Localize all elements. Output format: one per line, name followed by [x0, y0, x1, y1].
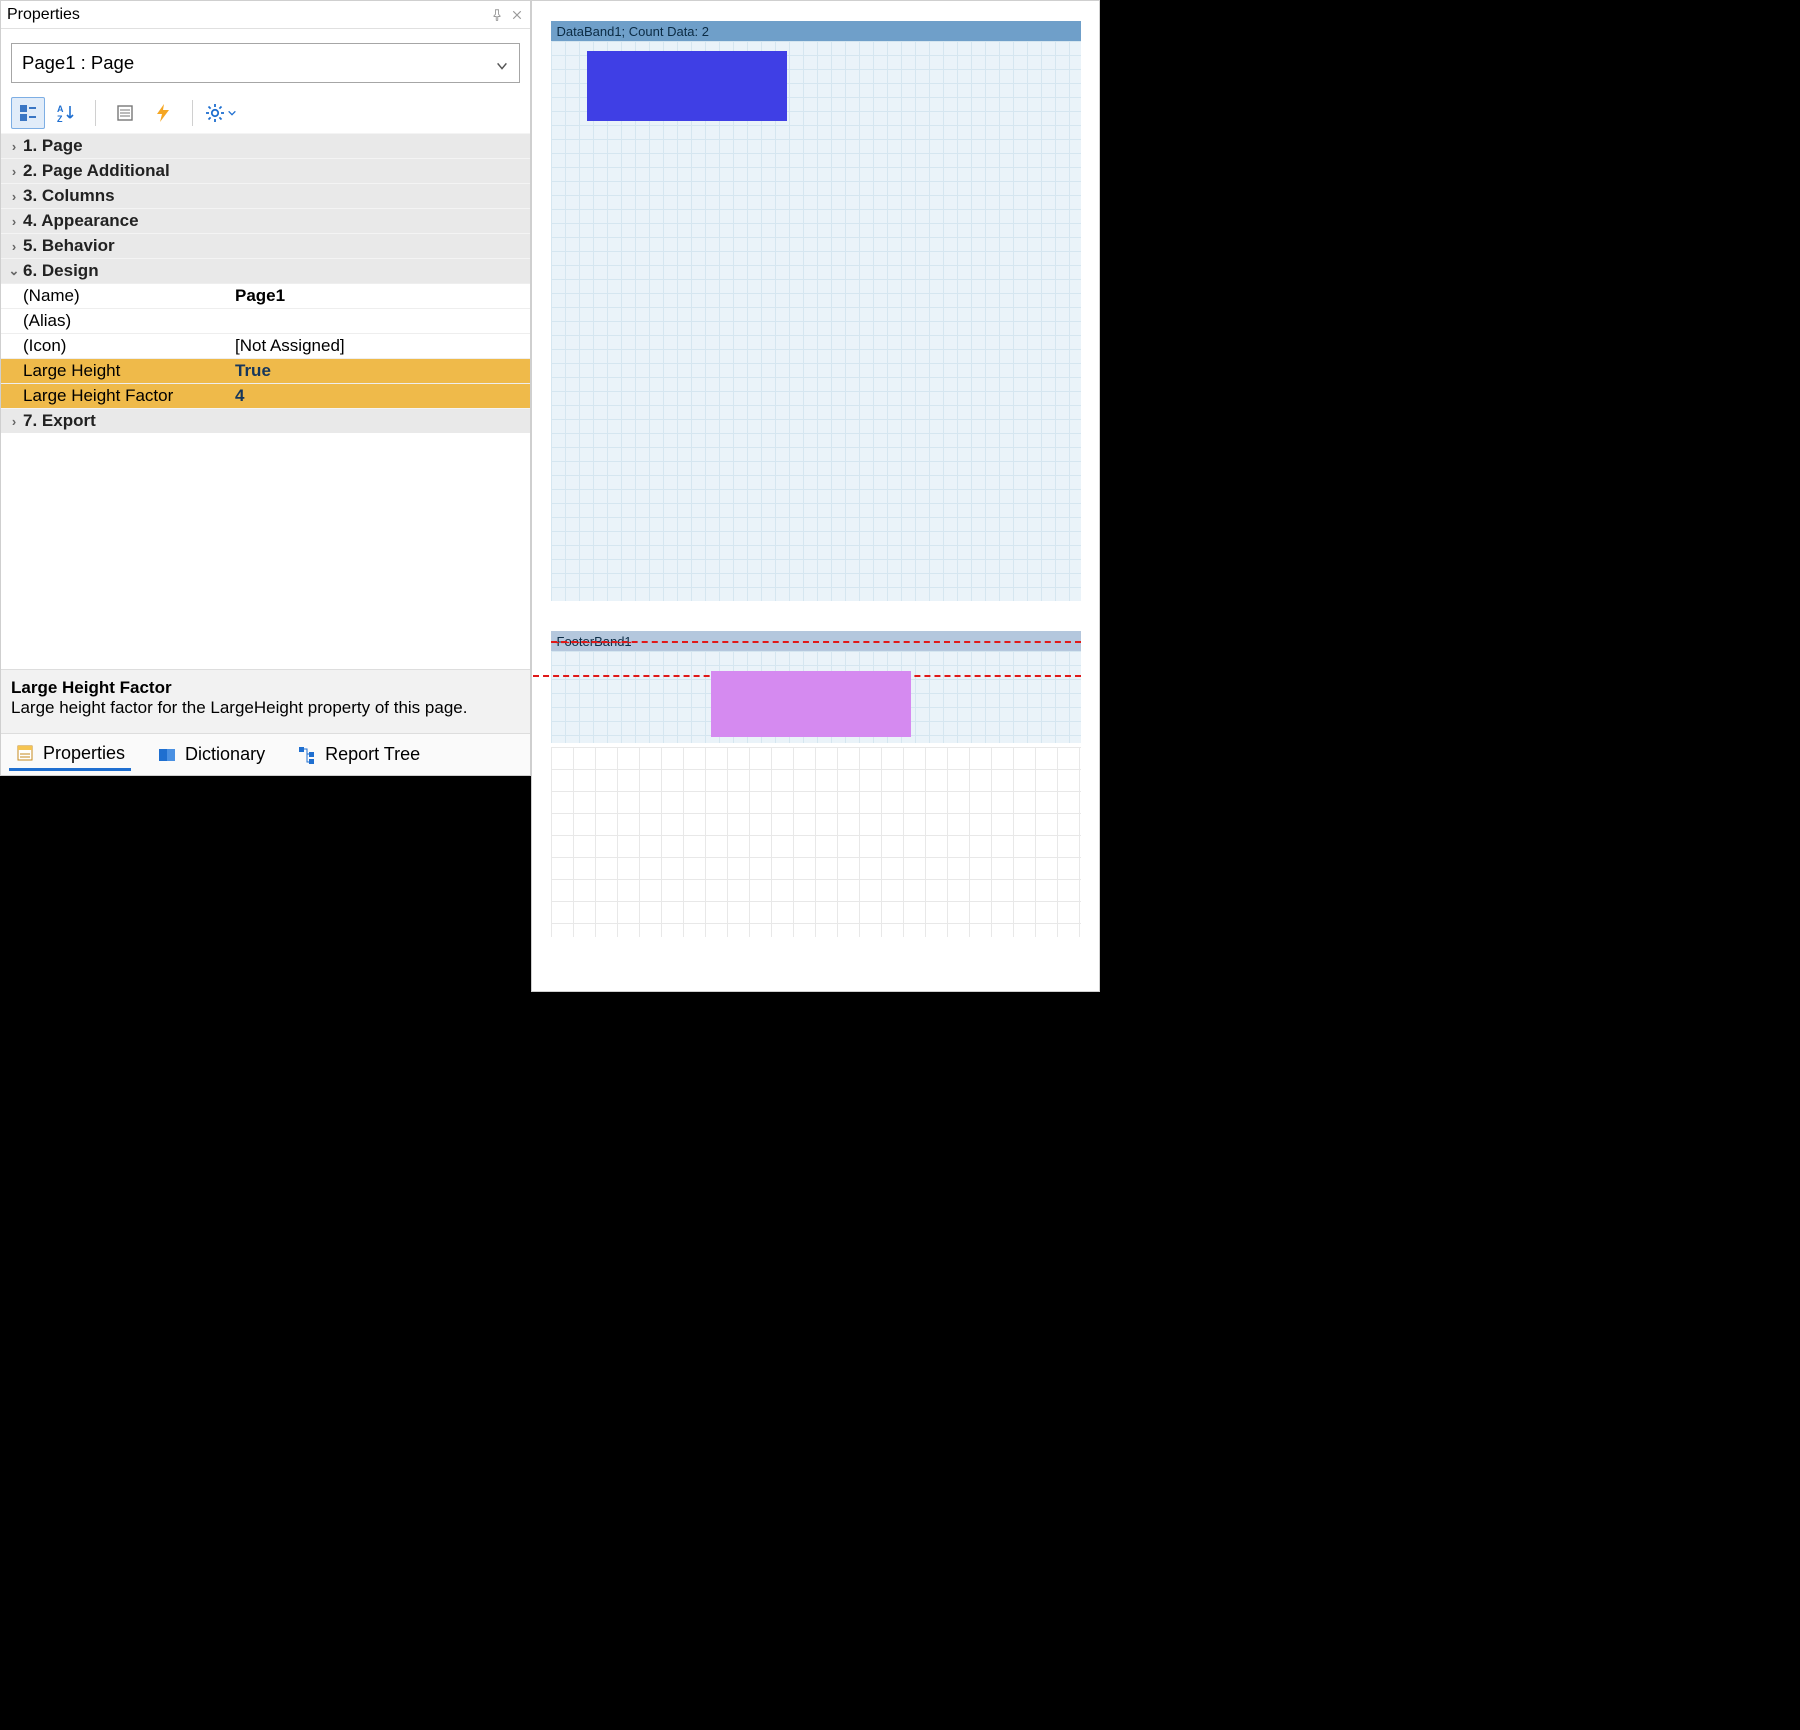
- bottom-tabs: Properties Dictionary Report Tree: [1, 733, 530, 775]
- prop-alias[interactable]: (Alias): [1, 308, 530, 333]
- object-selector-text: Page1 : Page: [22, 52, 134, 74]
- design-surface-panel: DataBand1; Count Data: 2 FooterBand1: [531, 0, 1100, 992]
- description-text: Large height factor for the LargeHeight …: [11, 698, 520, 718]
- footer-band[interactable]: FooterBand1: [551, 631, 1081, 743]
- chevron-down-icon: [495, 56, 509, 70]
- tab-properties[interactable]: Properties: [9, 739, 131, 771]
- settings-dropdown[interactable]: [205, 103, 237, 123]
- data-band-header[interactable]: DataBand1; Count Data: 2: [551, 21, 1081, 41]
- property-grid: ›1. Page ›2. Page Additional ›3. Columns…: [1, 133, 530, 669]
- category-design[interactable]: ⌄6. Design: [1, 258, 530, 283]
- categorized-view-button[interactable]: [11, 97, 45, 129]
- panel-header: Properties: [1, 1, 530, 29]
- category-columns[interactable]: ›3. Columns: [1, 183, 530, 208]
- description-title: Large Height Factor: [11, 678, 520, 698]
- footer-band-header[interactable]: FooterBand1: [551, 631, 1081, 651]
- design-surface[interactable]: DataBand1; Count Data: 2 FooterBand1: [532, 1, 1099, 991]
- toolbar-separator: [95, 100, 96, 126]
- category-page[interactable]: ›1. Page: [1, 133, 530, 158]
- svg-text:Z: Z: [57, 114, 63, 123]
- blue-component[interactable]: [587, 51, 787, 121]
- magenta-component[interactable]: [711, 671, 911, 737]
- panel-title: Properties: [7, 6, 80, 24]
- close-icon[interactable]: [510, 8, 524, 22]
- tab-dictionary[interactable]: Dictionary: [151, 740, 271, 769]
- page-break-line: [551, 641, 1081, 643]
- category-export[interactable]: ›7. Export: [1, 408, 530, 433]
- tab-report-tree[interactable]: Report Tree: [291, 740, 426, 769]
- properties-panel: Properties Page1 : Page: [0, 0, 531, 776]
- object-selector[interactable]: Page1 : Page: [11, 43, 520, 83]
- properties-icon: [15, 743, 35, 763]
- svg-text:A: A: [57, 104, 64, 114]
- app-root: Properties Page1 : Page: [0, 0, 1100, 1075]
- band-gap: [551, 601, 1081, 631]
- data-band-body[interactable]: [551, 41, 1081, 601]
- property-pages-button[interactable]: [108, 97, 142, 129]
- prop-large-height[interactable]: Large Height True: [1, 358, 530, 383]
- footer-band-body[interactable]: [551, 651, 1081, 743]
- tree-icon: [297, 745, 317, 765]
- dictionary-icon: [157, 745, 177, 765]
- prop-large-height-factor[interactable]: Large Height Factor 4: [1, 383, 530, 408]
- category-behavior[interactable]: ›5. Behavior: [1, 233, 530, 258]
- data-band[interactable]: DataBand1; Count Data: 2: [551, 21, 1081, 601]
- below-page-area: [551, 747, 1081, 937]
- pin-icon[interactable]: [490, 8, 504, 22]
- category-appearance[interactable]: ›4. Appearance: [1, 208, 530, 233]
- report-page[interactable]: DataBand1; Count Data: 2 FooterBand1: [551, 21, 1081, 937]
- chevron-down-icon: [227, 108, 237, 118]
- properties-toolbar: A Z: [1, 93, 530, 133]
- prop-name[interactable]: (Name) Page1: [1, 283, 530, 308]
- prop-icon[interactable]: (Icon) [Not Assigned]: [1, 333, 530, 358]
- events-button[interactable]: [146, 97, 180, 129]
- property-description: Large Height Factor Large height factor …: [1, 669, 530, 733]
- alphabetical-view-button[interactable]: A Z: [49, 97, 83, 129]
- toolbar-separator: [192, 100, 193, 126]
- category-page-additional[interactable]: ›2. Page Additional: [1, 158, 530, 183]
